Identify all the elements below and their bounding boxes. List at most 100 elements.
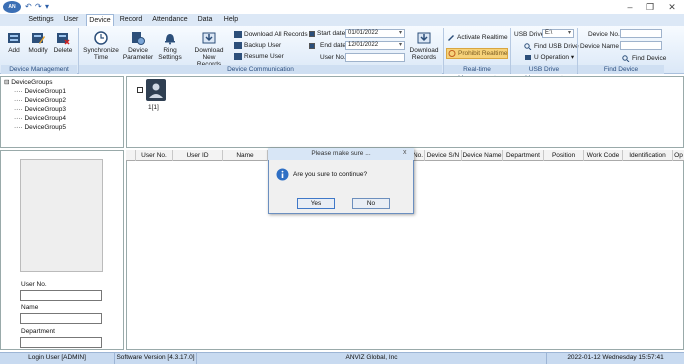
modify-label: Modify xyxy=(28,47,48,54)
user-no-input[interactable] xyxy=(20,290,102,301)
backup-icon xyxy=(234,41,242,49)
info-icon xyxy=(276,168,289,181)
tree-root[interactable]: ⊟ DeviceGroups xyxy=(4,78,52,87)
modify-button[interactable]: Modify xyxy=(27,31,49,54)
search-icon xyxy=(524,43,532,50)
end-date-label: End date xyxy=(320,42,347,49)
device-list-panel xyxy=(126,76,684,148)
device-gear-icon xyxy=(132,32,145,45)
resume-icon xyxy=(234,52,242,60)
start-date-field[interactable]: 01/01/2022 xyxy=(345,29,405,38)
usb-drive-label: USB Drive xyxy=(514,31,545,38)
app-logo-icon: AN xyxy=(3,1,21,13)
tree-item[interactable]: ···· DeviceGroup5 xyxy=(14,123,66,132)
start-date-label: Start date xyxy=(317,30,346,37)
end-date-checkbox[interactable] xyxy=(309,43,315,49)
dialog-close-button[interactable]: x xyxy=(403,149,407,156)
synchronize-time-button[interactable]: Synchronize Time xyxy=(82,31,120,61)
download-records-button[interactable]: Download Records xyxy=(408,31,440,61)
dl-records-label-1: Download xyxy=(409,47,439,54)
download-all-records-button[interactable]: Download All Records xyxy=(234,30,308,39)
prohibit-realtime-button[interactable]: Prohibit Realtime xyxy=(446,48,508,59)
column-header[interactable]: Name xyxy=(223,150,268,161)
redo-icon[interactable]: ↷ xyxy=(35,2,42,12)
ring-label-2: Settings xyxy=(158,54,182,61)
download-new-records-button[interactable]: Download New Records xyxy=(190,31,228,68)
user-no-field[interactable] xyxy=(345,53,405,62)
group-label-find-device: Find Device xyxy=(578,65,664,74)
name-input[interactable] xyxy=(20,313,102,324)
tab-device[interactable]: Device xyxy=(86,14,114,26)
prohibit-icon xyxy=(448,49,456,57)
tree-item[interactable]: ···· DeviceGroup1 xyxy=(14,87,66,96)
column-header[interactable]: Op xyxy=(673,150,684,161)
device-no-field[interactable] xyxy=(620,29,662,38)
title-bar xyxy=(0,0,684,14)
user-photo xyxy=(20,159,103,272)
usb-drive-value: E:\ xyxy=(545,30,553,36)
user-no-label: User No. xyxy=(320,54,346,61)
start-date-checkbox[interactable] xyxy=(309,31,315,37)
status-version: Software Version [4.3.17.0] xyxy=(115,352,197,364)
device-name-field[interactable] xyxy=(620,41,662,50)
find-usb-drive-button[interactable]: Find USB Drive xyxy=(524,42,579,51)
u-operation-button[interactable]: U Operation ▾ xyxy=(524,53,574,62)
usb-drive-select[interactable]: E:\ xyxy=(542,29,574,38)
no-button[interactable]: No xyxy=(352,198,390,209)
yes-button[interactable]: Yes xyxy=(297,198,335,209)
tab-user[interactable]: User xyxy=(60,14,82,26)
end-date-field[interactable]: 12/01/2022 xyxy=(345,41,405,50)
column-header[interactable]: User No. xyxy=(136,150,173,161)
activate-realtime-button[interactable]: Activate Realtime xyxy=(447,33,508,42)
tab-attendance[interactable]: Attendance xyxy=(150,14,190,26)
find-usb-label: Find USB Drive xyxy=(534,43,579,50)
backup-user-button[interactable]: Backup User xyxy=(234,41,281,50)
dialog-message: Are you sure to continue? xyxy=(293,171,368,178)
tree-item[interactable]: ···· DeviceGroup4 xyxy=(14,114,66,123)
minimize-button[interactable]: – xyxy=(620,1,640,13)
modify-device-icon xyxy=(32,33,45,44)
u-operation-label: U Operation xyxy=(534,54,570,61)
column-header[interactable]: Position xyxy=(544,150,584,161)
grid-corner xyxy=(126,150,136,161)
tree-item-label: DeviceGroup4 xyxy=(24,115,67,122)
device-checkbox[interactable] xyxy=(137,87,143,93)
column-header[interactable]: User ID xyxy=(173,150,223,161)
department-input[interactable] xyxy=(20,337,102,348)
column-header[interactable]: Device Name xyxy=(462,150,503,161)
bell-icon xyxy=(165,34,175,45)
customize-toolbar-icon[interactable]: ▾ xyxy=(45,2,49,12)
ring-settings-button[interactable]: Ring Settings xyxy=(156,31,184,61)
usb-icon xyxy=(525,54,531,60)
tree-item-label: DeviceGroup3 xyxy=(24,106,67,113)
tree-item-label: DeviceGroup1 xyxy=(24,88,67,95)
delete-button[interactable]: Delete xyxy=(52,31,74,54)
department-caption: Department xyxy=(21,328,55,335)
tab-record[interactable]: Record xyxy=(118,14,144,26)
device-tile-label: 1[1] xyxy=(148,104,159,111)
device-parameter-button[interactable]: Device Parameter xyxy=(122,31,154,61)
param-label-1: Device xyxy=(128,47,148,54)
tab-data[interactable]: Data xyxy=(194,14,216,26)
activate-icon xyxy=(448,34,454,41)
add-button[interactable]: Add xyxy=(4,31,24,54)
restore-button[interactable]: ❐ xyxy=(640,1,660,13)
find-device-label: Find Device xyxy=(632,55,667,62)
close-button[interactable]: ✕ xyxy=(662,1,682,13)
param-label-2: Parameter xyxy=(122,54,154,61)
status-datetime: 2022-01-12 Wednesday 15:57:41 xyxy=(567,354,664,361)
tab-settings[interactable]: Settings xyxy=(26,14,56,26)
tree-item-label: DeviceGroup5 xyxy=(24,124,67,131)
device-terminal-icon[interactable] xyxy=(146,79,166,101)
column-header[interactable]: Device S/N xyxy=(425,150,462,161)
column-header[interactable]: Work Code xyxy=(584,150,623,161)
tab-help[interactable]: Help xyxy=(220,14,242,26)
undo-icon[interactable]: ↶ xyxy=(25,2,32,12)
column-header[interactable]: Identification xyxy=(623,150,673,161)
tree-item[interactable]: ···· DeviceGroup3 xyxy=(14,105,66,114)
column-header[interactable]: Department xyxy=(503,150,544,161)
tree-item[interactable]: ···· DeviceGroup2 xyxy=(14,96,66,105)
resume-user-label: Resume User xyxy=(244,53,284,60)
resume-user-button[interactable]: Resume User xyxy=(234,52,284,61)
find-device-button[interactable]: Find Device xyxy=(622,54,666,63)
